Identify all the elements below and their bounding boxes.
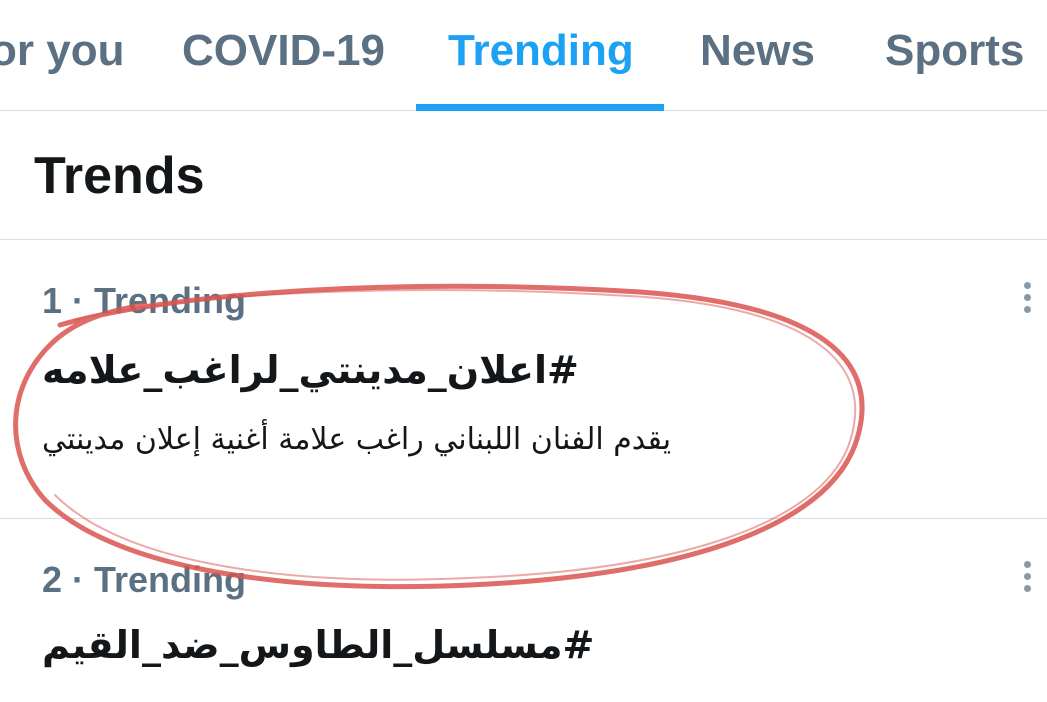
tab-news[interactable]: News bbox=[700, 26, 815, 76]
more-vertical-icon[interactable] bbox=[1016, 561, 1038, 597]
trend-rank-label: 2 · Trending bbox=[42, 559, 247, 600]
active-tab-indicator bbox=[416, 104, 664, 111]
trend-rank-label: 1 · Trending bbox=[42, 280, 247, 321]
more-vertical-icon[interactable] bbox=[1016, 282, 1038, 318]
tab-trending[interactable]: Trending bbox=[448, 26, 634, 76]
trend-hashtag[interactable]: #مسلسل_الطاوس_ضد_القيم bbox=[42, 623, 594, 667]
trend-description: يقدم الفنان اللبناني راغب علامة أغنية إع… bbox=[42, 422, 672, 457]
tab-covid-19[interactable]: COVID-19 bbox=[182, 26, 385, 76]
trend-hashtag[interactable]: #اعلان_مدينتي_لراغب_علامه bbox=[42, 348, 579, 392]
section-title: Trends bbox=[34, 147, 205, 205]
trend-item[interactable]: 2 · Trending #مسلسل_الطاوس_ضد_القيم bbox=[0, 519, 1047, 702]
trend-item[interactable]: 1 · Trending #اعلان_مدينتي_لراغب_علامه ي… bbox=[0, 240, 1047, 518]
tab-sports[interactable]: Sports bbox=[885, 26, 1024, 76]
tab-for-you[interactable]: or you bbox=[0, 26, 124, 76]
tab-bar: or you COVID-19 Trending News Sports bbox=[0, 0, 1047, 111]
